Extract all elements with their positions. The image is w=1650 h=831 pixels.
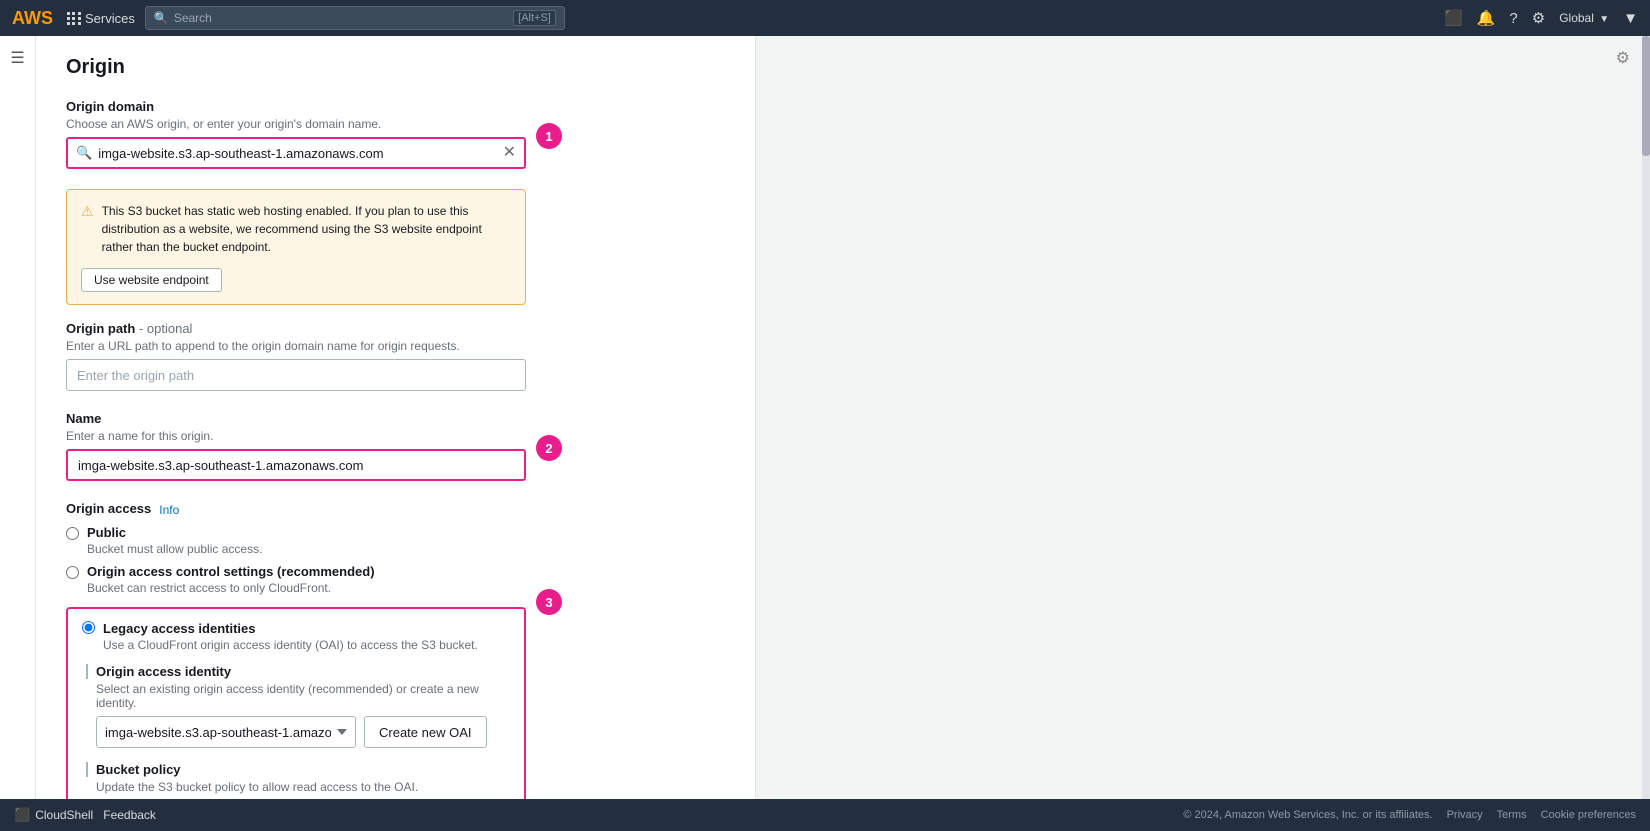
origin-access-info-link[interactable]: Info [159,503,179,517]
grid-icon [67,12,81,25]
radio-public-desc: Bucket must allow public access. [87,542,262,556]
radio-public-label[interactable]: Public [87,525,126,540]
radio-legacy-desc: Use a CloudFront origin access identity … [103,638,478,652]
radio-oac-desc: Bucket can restrict access to only Cloud… [87,581,375,595]
warning-text: This S3 bucket has static web hosting en… [102,202,511,256]
origin-path-label: Origin path - optional [66,321,725,336]
name-input-wrapper: 2 [66,449,526,481]
form-panel: Origin Origin domain Choose an AWS origi… [36,36,756,799]
origin-path-section: Origin path - optional Enter a URL path … [66,321,725,391]
radio-public-input[interactable] [66,527,79,540]
oai-sub-section: Origin access identity Select an existin… [82,664,510,748]
search-icon: 🔍 [154,11,169,25]
page-title: Origin [66,56,725,79]
help-icon[interactable]: ? [1509,10,1517,27]
origin-domain-label: Origin domain [66,99,725,114]
radio-legacy: Legacy access identities Use a CloudFron… [82,621,510,652]
footer: ⬛ CloudShell Feedback © 2024, Amazon Web… [0,799,1650,831]
main-layout: ☰ Origin Origin domain Choose an AWS ori… [0,36,1650,799]
legacy-access-box: Legacy access identities Use a CloudFron… [66,607,526,799]
feedback-label: Feedback [103,808,156,822]
cloudshell-button[interactable]: ⬛ CloudShell [14,807,93,823]
hamburger-icon: ☰ [10,48,24,68]
origin-search-icon: 🔍 [76,145,92,161]
radio-public: Public Bucket must allow public access. [66,525,725,556]
name-input[interactable] [66,449,526,481]
origin-domain-search-box[interactable]: 🔍 ✕ [66,137,526,169]
services-label: Services [85,11,135,26]
scrollbar-thumb [1642,36,1650,156]
feedback-button[interactable]: Feedback [103,808,156,822]
settings-icon[interactable]: ⚙ [1532,9,1545,27]
origin-domain-hint: Choose an AWS origin, or enter your orig… [66,117,725,131]
origin-access-header: Origin access Info [66,501,725,519]
origin-path-hint: Enter a URL path to append to the origin… [66,339,725,353]
radio-legacy-label[interactable]: Legacy access identities [103,621,255,636]
name-section: Name Enter a name for this origin. 2 [66,411,725,481]
name-label: Name [66,411,725,426]
optional-label: - optional [139,321,192,336]
oai-hint: Select an existing origin access identit… [86,682,510,710]
sidebar-toggle[interactable]: ☰ [0,36,36,799]
warning-box: ⚠ This S3 bucket has static web hosting … [66,189,526,305]
warning-header: ⚠ This S3 bucket has static web hosting … [81,202,511,256]
bucket-policy-hint: Update the S3 bucket policy to allow rea… [86,780,510,794]
origin-domain-section: Origin domain Choose an AWS origin, or e… [66,99,725,169]
bucket-policy-title: Bucket policy [86,762,510,777]
cloudshell-label: CloudShell [35,808,93,822]
services-menu[interactable]: Services [67,11,135,26]
footer-privacy-link[interactable]: Privacy [1447,809,1483,821]
origin-domain-input[interactable] [98,146,502,161]
search-shortcut: [Alt+S] [513,10,556,26]
nav-expand-icon[interactable]: ▼ [1623,10,1638,27]
origin-domain-clear-btn[interactable]: ✕ [503,145,516,161]
footer-copyright: © 2024, Amazon Web Services, Inc. or its… [1183,809,1432,821]
radio-oac-content: Origin access control settings (recommen… [87,564,375,595]
create-oai-button[interactable]: Create new OAI [364,716,487,748]
footer-right: © 2024, Amazon Web Services, Inc. or its… [1183,809,1636,821]
search-bar[interactable]: 🔍 [Alt+S] [145,6,565,30]
origin-access-label: Origin access [66,501,151,516]
oai-title: Origin access identity [86,664,510,679]
search-input[interactable] [174,11,513,25]
footer-cookie-link[interactable]: Cookie preferences [1541,809,1636,821]
radio-legacy-input[interactable] [82,621,95,634]
right-panel: ⚙ [756,36,1642,799]
footer-left: ⬛ CloudShell Feedback [14,807,156,823]
radio-public-content: Public Bucket must allow public access. [87,525,262,556]
name-hint: Enter a name for this origin. [66,429,725,443]
step-badge-2: 2 [536,435,562,461]
legacy-section-wrapper: Legacy access identities Use a CloudFron… [66,603,526,799]
oai-select[interactable]: imga-website.s3.ap-southeast-1.amazonaws… [96,716,356,748]
global-dropdown-arrow: ▼ [1599,14,1609,25]
cloudshell-icon: ⬛ [14,807,30,823]
nav-right: ⬛ 🔔 ? ⚙ Global ▼ ▼ [1444,9,1638,27]
step-badge-3: 3 [536,589,562,615]
terminal-icon[interactable]: ⬛ [1444,9,1463,27]
aws-logo: AWS [12,8,53,29]
use-website-endpoint-button[interactable]: Use website endpoint [81,268,222,292]
warning-icon: ⚠ [81,203,94,220]
bucket-policy-section: Bucket policy Update the S3 bucket polic… [82,762,510,799]
oai-controls: imga-website.s3.ap-southeast-1.amazonaws… [86,716,510,748]
footer-terms-link[interactable]: Terms [1497,809,1527,821]
settings-panel-icon[interactable]: ⚙ [1616,48,1630,68]
top-nav: AWS Services 🔍 [Alt+S] ⬛ 🔔 ? ⚙ Global ▼ … [0,0,1650,36]
bell-icon[interactable]: 🔔 [1477,9,1496,27]
radio-oac-label[interactable]: Origin access control settings (recommen… [87,564,375,579]
content-area: Origin Origin domain Choose an AWS origi… [36,36,1650,799]
right-scrollbar[interactable] [1642,36,1650,799]
step-badge-1: 1 [536,123,562,149]
origin-access-section: Origin access Info Public Bucket must al… [66,501,725,799]
radio-oac: Origin access control settings (recommen… [66,564,725,595]
global-selector[interactable]: Global ▼ [1559,11,1609,25]
radio-legacy-content: Legacy access identities Use a CloudFron… [103,621,478,652]
origin-path-input[interactable] [66,359,526,391]
radio-oac-input[interactable] [66,566,79,579]
origin-domain-input-wrapper: 🔍 ✕ 1 [66,137,526,169]
